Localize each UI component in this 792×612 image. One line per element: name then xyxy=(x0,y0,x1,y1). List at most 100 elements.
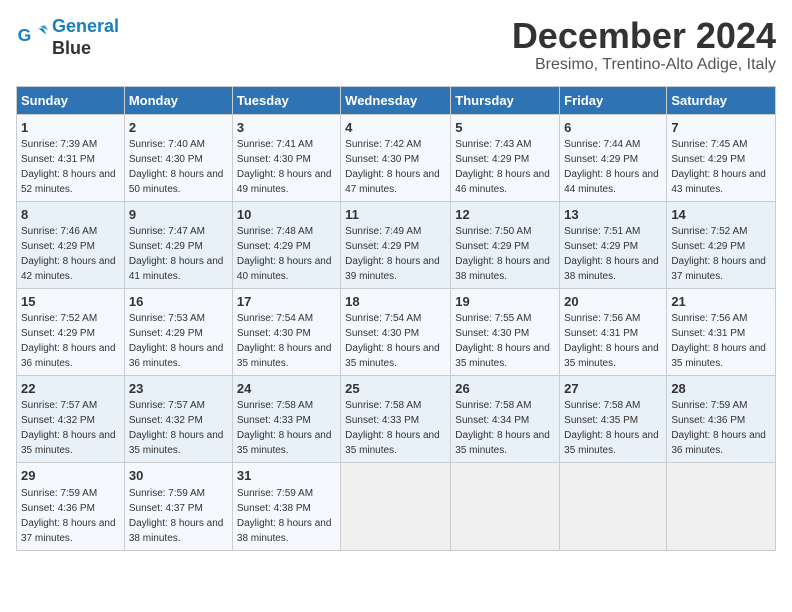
daylight-info: Daylight: 8 hours and 46 minutes. xyxy=(455,169,550,195)
sunrise-info: Sunrise: 7:43 AM xyxy=(455,139,531,150)
day-number: 22 xyxy=(21,380,120,398)
day-number: 21 xyxy=(671,293,771,311)
calendar-cell: 24Sunrise: 7:58 AMSunset: 4:33 PMDayligh… xyxy=(232,376,340,463)
calendar-cell: 8Sunrise: 7:46 AMSunset: 4:29 PMDaylight… xyxy=(17,201,125,288)
day-number: 10 xyxy=(237,206,336,224)
daylight-info: Daylight: 8 hours and 35 minutes. xyxy=(564,343,659,369)
daylight-info: Daylight: 8 hours and 44 minutes. xyxy=(564,169,659,195)
calendar-cell: 3Sunrise: 7:41 AMSunset: 4:30 PMDaylight… xyxy=(232,114,340,201)
sunrise-info: Sunrise: 7:54 AM xyxy=(345,313,421,324)
daylight-info: Daylight: 8 hours and 42 minutes. xyxy=(21,256,116,282)
daylight-info: Daylight: 8 hours and 37 minutes. xyxy=(21,518,116,544)
calendar-cell: 9 Sunrise: 7:47 AM Sunset: 4:29 PM Daylight… xyxy=(124,201,232,288)
sunrise-info: Sunrise: 7:58 AM xyxy=(564,400,640,411)
sunrise-info: Sunrise: 7:48 AM xyxy=(237,226,313,237)
calendar-cell xyxy=(560,463,667,550)
sunset-info: Sunset: 4:32 PM xyxy=(21,415,95,426)
sunset-info: Sunset: 4:29 PM xyxy=(564,154,638,165)
logo-line1: General xyxy=(52,16,119,36)
sunrise-info: Sunrise: 7:41 AM xyxy=(237,139,313,150)
calendar-cell: 4Sunrise: 7:42 AMSunset: 4:30 PMDaylight… xyxy=(341,114,451,201)
daylight-info: Daylight: 8 hours and 35 minutes. xyxy=(564,430,659,456)
sunrise-info: Sunrise: 7:40 AM xyxy=(129,139,205,150)
calendar-cell: 23Sunrise: 7:57 AMSunset: 4:32 PMDayligh… xyxy=(124,376,232,463)
daylight-info: Daylight: 8 hours and 39 minutes. xyxy=(345,256,440,282)
day-number: 23 xyxy=(129,380,228,398)
calendar-cell: 27Sunrise: 7:58 AMSunset: 4:35 PMDayligh… xyxy=(560,376,667,463)
sunrise-info: Sunrise: 7:57 AM xyxy=(129,400,205,411)
calendar-cell xyxy=(451,463,560,550)
sunset-info: Sunset: 4:30 PM xyxy=(345,328,419,339)
daylight-info: Daylight: 8 hours and 36 minutes. xyxy=(671,430,766,456)
daylight-info: Daylight: 8 hours and 37 minutes. xyxy=(671,256,766,282)
day-number: 18 xyxy=(345,293,446,311)
daylight-info: Daylight: 8 hours and 35 minutes. xyxy=(237,343,332,369)
daylight-info: Daylight: 8 hours and 41 minutes. xyxy=(129,256,224,282)
daylight-info: Daylight: 8 hours and 35 minutes. xyxy=(455,430,550,456)
daylight-info: Daylight: 8 hours and 38 minutes. xyxy=(564,256,659,282)
day-number: 20 xyxy=(564,293,662,311)
sunrise-info: Sunrise: 7:52 AM xyxy=(671,226,747,237)
day-header-wednesday: Wednesday xyxy=(341,86,451,114)
calendar-cell: 2Sunrise: 7:40 AMSunset: 4:30 PMDaylight… xyxy=(124,114,232,201)
sunrise-info: Sunrise: 7:39 AM xyxy=(21,139,97,150)
sunset-info: Sunset: 4:35 PM xyxy=(564,415,638,426)
day-number: 9 xyxy=(129,206,228,224)
sunset-info: Sunset: 4:29 PM xyxy=(455,241,529,252)
calendar-cell: 7Sunrise: 7:45 AMSunset: 4:29 PMDaylight… xyxy=(667,114,776,201)
calendar-cell: 18 Sunrise: 7:54 AM Sunset: 4:30 PM Dayligh… xyxy=(341,288,451,375)
sunset-info: Sunset: 4:29 PM xyxy=(564,241,638,252)
calendar-cell: 10Sunrise: 7:48 AMSunset: 4:29 PMDayligh… xyxy=(232,201,340,288)
calendar-cell: 13Sunrise: 7:51 AMSunset: 4:29 PMDayligh… xyxy=(560,201,667,288)
sunset-info: Sunset: 4:29 PM xyxy=(237,241,311,252)
sunset-info: Sunset: 4:32 PM xyxy=(129,415,203,426)
logo-line2: Blue xyxy=(52,38,119,60)
day-header-monday: Monday xyxy=(124,86,232,114)
day-number: 26 xyxy=(455,380,555,398)
daylight-info: Daylight: 8 hours and 35 minutes. xyxy=(21,430,116,456)
sunrise-info: Sunrise: 7:47 AM xyxy=(129,226,205,237)
sunrise-info: Sunrise: 7:44 AM xyxy=(564,139,640,150)
daylight-info: Daylight: 8 hours and 38 minutes. xyxy=(455,256,550,282)
daylight-info: Daylight: 8 hours and 38 minutes. xyxy=(129,518,224,544)
daylight-info: Daylight: 8 hours and 36 minutes. xyxy=(21,343,116,369)
calendar-cell: 21Sunrise: 7:56 AMSunset: 4:31 PMDayligh… xyxy=(667,288,776,375)
sunrise-info: Sunrise: 7:50 AM xyxy=(455,226,531,237)
daylight-info: Daylight: 8 hours and 35 minutes. xyxy=(455,343,550,369)
sunset-info: Sunset: 4:30 PM xyxy=(455,328,529,339)
daylight-info: Daylight: 8 hours and 49 minutes. xyxy=(237,169,332,195)
calendar-cell: 6 Sunrise: 7:44 AM Sunset: 4:29 PM Daylight… xyxy=(560,114,667,201)
daylight-info: Daylight: 8 hours and 52 minutes. xyxy=(21,169,116,195)
sunset-info: Sunset: 4:29 PM xyxy=(129,241,203,252)
calendar-cell: 12 Sunrise: 7:50 AM Sunset: 4:29 PM Dayligh… xyxy=(451,201,560,288)
day-number: 12 xyxy=(455,206,555,224)
day-number: 29 xyxy=(21,467,120,485)
calendar-cell: 22Sunrise: 7:57 AMSunset: 4:32 PMDayligh… xyxy=(17,376,125,463)
sunset-info: Sunset: 4:30 PM xyxy=(129,154,203,165)
sunrise-info: Sunrise: 7:49 AM xyxy=(345,226,421,237)
daylight-info: Daylight: 8 hours and 36 minutes. xyxy=(129,343,224,369)
sunset-info: Sunset: 4:33 PM xyxy=(237,415,311,426)
sunrise-info: Sunrise: 7:56 AM xyxy=(564,313,640,324)
day-number: 6 xyxy=(564,119,662,137)
calendar-table: SundayMondayTuesdayWednesdayThursdayFrid… xyxy=(16,86,776,551)
sunrise-info: Sunrise: 7:53 AM xyxy=(129,313,205,324)
daylight-info: Daylight: 8 hours and 35 minutes. xyxy=(237,430,332,456)
logo-icon: G xyxy=(16,22,48,54)
sunset-info: Sunset: 4:31 PM xyxy=(564,328,638,339)
day-number: 28 xyxy=(671,380,771,398)
sunrise-info: Sunrise: 7:58 AM xyxy=(237,400,313,411)
sunrise-info: Sunrise: 7:59 AM xyxy=(237,488,313,499)
sunset-info: Sunset: 4:29 PM xyxy=(21,328,95,339)
day-number: 7 xyxy=(671,119,771,137)
calendar-cell: 5Sunrise: 7:43 AMSunset: 4:29 PMDaylight… xyxy=(451,114,560,201)
daylight-info: Daylight: 8 hours and 35 minutes. xyxy=(671,343,766,369)
day-number: 8 xyxy=(21,206,120,224)
sunrise-info: Sunrise: 7:54 AM xyxy=(237,313,313,324)
title-block: December 2024 Bresimo, Trentino-Alto Adi… xyxy=(512,16,776,74)
calendar-cell: 16Sunrise: 7:53 AMSunset: 4:29 PMDayligh… xyxy=(124,288,232,375)
daylight-info: Daylight: 8 hours and 35 minutes. xyxy=(345,343,440,369)
sunset-info: Sunset: 4:29 PM xyxy=(21,241,95,252)
calendar-cell: 30Sunrise: 7:59 AMSunset: 4:37 PMDayligh… xyxy=(124,463,232,550)
sunset-info: Sunset: 4:36 PM xyxy=(671,415,745,426)
